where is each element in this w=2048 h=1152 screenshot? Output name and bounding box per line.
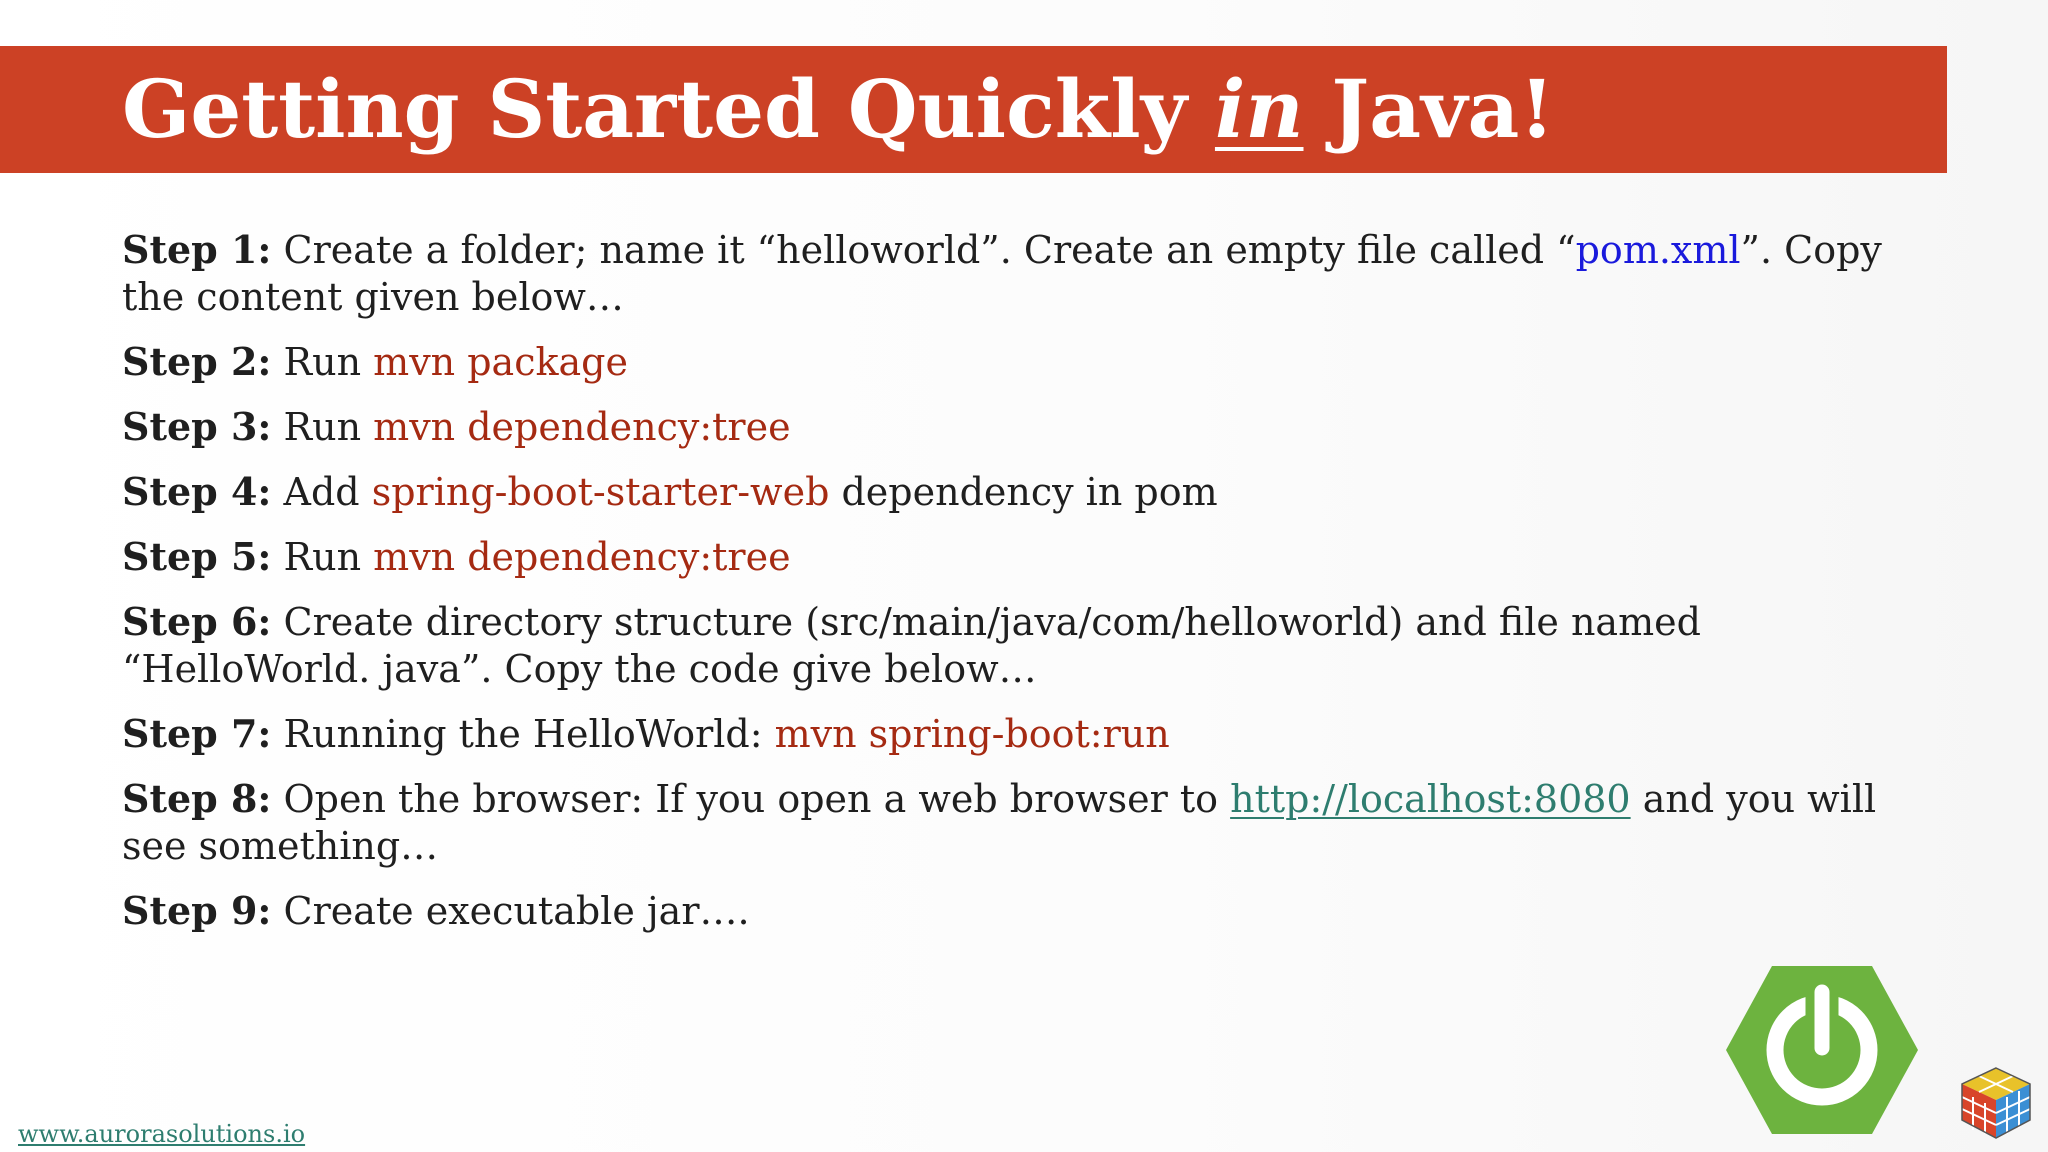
step-text: dependency in pom bbox=[829, 470, 1218, 514]
spring-power-logo-icon bbox=[1726, 966, 1918, 1134]
command-text: mvn spring-boot:run bbox=[774, 712, 1170, 756]
step-text: Create executable jar…. bbox=[271, 889, 750, 933]
command-text: spring-boot-starter-web bbox=[371, 470, 830, 514]
pom-file-name: pom.xml bbox=[1575, 228, 1741, 272]
step-label: Step 4: bbox=[122, 469, 272, 514]
command-text: mvn dependency:tree bbox=[373, 405, 791, 449]
title-after: Java! bbox=[1303, 62, 1555, 156]
command-text: mvn dependency:tree bbox=[373, 535, 791, 579]
step-text: Create a folder; name it “helloworld”. C… bbox=[271, 228, 1576, 272]
step-text: Open the browser: If you open a web brow… bbox=[271, 777, 1231, 821]
step-text: Running the HelloWorld: bbox=[271, 712, 775, 756]
step-2: Step 2: Run mvn package bbox=[122, 338, 1922, 386]
website-link[interactable]: www.aurorasolutions.io bbox=[18, 1119, 305, 1149]
step-text: Add bbox=[271, 470, 372, 514]
title-bar: Getting Started Quickly in Java! bbox=[0, 46, 1947, 173]
steps-list: Step 1: Create a folder; name it “hellow… bbox=[122, 226, 1922, 952]
command-text: mvn package bbox=[373, 340, 628, 384]
step-8: Step 8: Open the browser: If you open a … bbox=[122, 775, 1922, 870]
step-text: Run bbox=[271, 405, 374, 449]
localhost-link[interactable]: http://localhost:8080 bbox=[1230, 777, 1631, 821]
step-9: Step 9: Create executable jar…. bbox=[122, 887, 1922, 935]
step-text: Run bbox=[271, 535, 374, 579]
title-before: Getting Started Quickly bbox=[122, 62, 1215, 156]
step-label: Step 2: bbox=[122, 339, 272, 384]
title-emphasis: in bbox=[1214, 62, 1304, 156]
rubiks-cube-logo-icon bbox=[1961, 1067, 2031, 1139]
step-label: Step 9: bbox=[122, 888, 272, 933]
step-label: Step 7: bbox=[122, 711, 272, 756]
step-3: Step 3: Run mvn dependency:tree bbox=[122, 403, 1922, 451]
step-text: Run bbox=[271, 340, 374, 384]
step-6: Step 6: Create directory structure (src/… bbox=[122, 598, 1922, 693]
step-label: Step 3: bbox=[122, 404, 272, 449]
step-7: Step 7: Running the HelloWorld: mvn spri… bbox=[122, 710, 1922, 758]
step-1: Step 1: Create a folder; name it “hellow… bbox=[122, 226, 1922, 321]
step-text: Create directory structure (src/main/jav… bbox=[122, 600, 1701, 691]
step-label: Step 5: bbox=[122, 534, 272, 579]
step-label: Step 8: bbox=[122, 776, 272, 821]
step-4: Step 4: Add spring-boot-starter-web depe… bbox=[122, 468, 1922, 516]
step-5: Step 5: Run mvn dependency:tree bbox=[122, 533, 1922, 581]
step-label: Step 6: bbox=[122, 599, 272, 644]
slide-title: Getting Started Quickly in Java! bbox=[122, 54, 1554, 164]
step-label: Step 1: bbox=[122, 227, 272, 272]
